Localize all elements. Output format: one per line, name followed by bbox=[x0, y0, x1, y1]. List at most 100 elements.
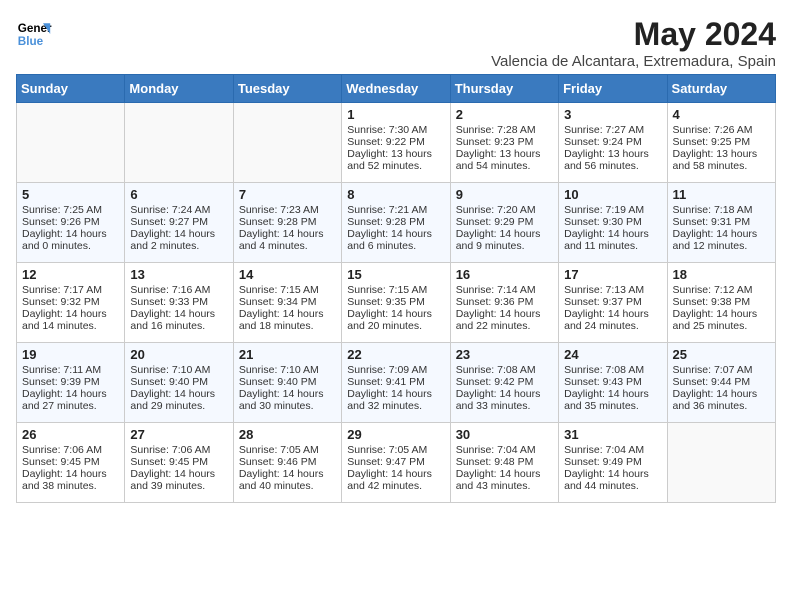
week-row-2: 12Sunrise: 7:17 AMSunset: 9:32 PMDayligh… bbox=[17, 263, 776, 343]
day-info-line: and 16 minutes. bbox=[130, 320, 227, 332]
day-cell: 19Sunrise: 7:11 AMSunset: 9:39 PMDayligh… bbox=[17, 343, 125, 423]
day-info-line: Daylight: 14 hours bbox=[673, 388, 770, 400]
day-info-line: Sunset: 9:24 PM bbox=[564, 136, 661, 148]
day-number: 20 bbox=[130, 347, 227, 362]
week-row-0: 1Sunrise: 7:30 AMSunset: 9:22 PMDaylight… bbox=[17, 103, 776, 183]
day-info-line: and 24 minutes. bbox=[564, 320, 661, 332]
day-info-line: Sunset: 9:48 PM bbox=[456, 456, 553, 468]
day-info-line: and 36 minutes. bbox=[673, 400, 770, 412]
day-info-line: Sunset: 9:26 PM bbox=[22, 216, 119, 228]
day-info-line: and 18 minutes. bbox=[239, 320, 336, 332]
day-info-line: Sunset: 9:47 PM bbox=[347, 456, 444, 468]
day-info-line: Daylight: 14 hours bbox=[564, 228, 661, 240]
day-number: 3 bbox=[564, 107, 661, 122]
day-number: 16 bbox=[456, 267, 553, 282]
header-row: SundayMondayTuesdayWednesdayThursdayFrid… bbox=[17, 75, 776, 103]
day-info-line: Daylight: 14 hours bbox=[22, 388, 119, 400]
day-number: 23 bbox=[456, 347, 553, 362]
day-number: 2 bbox=[456, 107, 553, 122]
day-number: 8 bbox=[347, 187, 444, 202]
day-info-line: Sunset: 9:41 PM bbox=[347, 376, 444, 388]
day-info-line: Sunrise: 7:05 AM bbox=[239, 444, 336, 456]
day-info-line: Daylight: 14 hours bbox=[239, 228, 336, 240]
day-info-line: Daylight: 14 hours bbox=[564, 308, 661, 320]
day-cell: 17Sunrise: 7:13 AMSunset: 9:37 PMDayligh… bbox=[559, 263, 667, 343]
title-area: May 2024 Valencia de Alcantara, Extremad… bbox=[491, 16, 776, 70]
day-info-line: Daylight: 13 hours bbox=[456, 148, 553, 160]
day-cell: 14Sunrise: 7:15 AMSunset: 9:34 PMDayligh… bbox=[233, 263, 341, 343]
page-header: General Blue May 2024 Valencia de Alcant… bbox=[16, 16, 776, 70]
day-cell bbox=[233, 103, 341, 183]
day-info-line: Sunset: 9:33 PM bbox=[130, 296, 227, 308]
day-info-line: Daylight: 14 hours bbox=[347, 388, 444, 400]
day-number: 11 bbox=[673, 187, 770, 202]
week-row-4: 26Sunrise: 7:06 AMSunset: 9:45 PMDayligh… bbox=[17, 423, 776, 503]
day-cell: 27Sunrise: 7:06 AMSunset: 9:45 PMDayligh… bbox=[125, 423, 233, 503]
day-cell bbox=[667, 423, 775, 503]
day-cell: 25Sunrise: 7:07 AMSunset: 9:44 PMDayligh… bbox=[667, 343, 775, 423]
header-saturday: Saturday bbox=[667, 75, 775, 103]
day-info-line: Daylight: 14 hours bbox=[347, 308, 444, 320]
day-info-line: Sunrise: 7:15 AM bbox=[347, 284, 444, 296]
day-cell: 11Sunrise: 7:18 AMSunset: 9:31 PMDayligh… bbox=[667, 183, 775, 263]
day-number: 1 bbox=[347, 107, 444, 122]
day-info-line: Sunrise: 7:13 AM bbox=[564, 284, 661, 296]
day-info-line: Sunset: 9:39 PM bbox=[22, 376, 119, 388]
logo: General Blue bbox=[16, 16, 52, 52]
day-number: 12 bbox=[22, 267, 119, 282]
day-info-line: and 2 minutes. bbox=[130, 240, 227, 252]
day-info-line: Sunrise: 7:06 AM bbox=[130, 444, 227, 456]
day-info-line: and 20 minutes. bbox=[347, 320, 444, 332]
day-number: 9 bbox=[456, 187, 553, 202]
day-info-line: and 27 minutes. bbox=[22, 400, 119, 412]
day-cell bbox=[125, 103, 233, 183]
day-number: 27 bbox=[130, 427, 227, 442]
day-info-line: Daylight: 14 hours bbox=[347, 468, 444, 480]
day-cell: 2Sunrise: 7:28 AMSunset: 9:23 PMDaylight… bbox=[450, 103, 558, 183]
day-info-line: Sunset: 9:45 PM bbox=[22, 456, 119, 468]
header-monday: Monday bbox=[125, 75, 233, 103]
header-wednesday: Wednesday bbox=[342, 75, 450, 103]
day-info-line: Daylight: 14 hours bbox=[347, 228, 444, 240]
day-info-line: Sunrise: 7:05 AM bbox=[347, 444, 444, 456]
day-info-line: and 40 minutes. bbox=[239, 480, 336, 492]
header-tuesday: Tuesday bbox=[233, 75, 341, 103]
day-number: 19 bbox=[22, 347, 119, 362]
day-cell bbox=[17, 103, 125, 183]
day-info-line: Sunrise: 7:09 AM bbox=[347, 364, 444, 376]
day-info-line: Sunrise: 7:12 AM bbox=[673, 284, 770, 296]
day-number: 17 bbox=[564, 267, 661, 282]
day-info-line: and 4 minutes. bbox=[239, 240, 336, 252]
day-cell: 4Sunrise: 7:26 AMSunset: 9:25 PMDaylight… bbox=[667, 103, 775, 183]
day-number: 24 bbox=[564, 347, 661, 362]
day-cell: 13Sunrise: 7:16 AMSunset: 9:33 PMDayligh… bbox=[125, 263, 233, 343]
day-cell: 23Sunrise: 7:08 AMSunset: 9:42 PMDayligh… bbox=[450, 343, 558, 423]
day-info-line: Sunset: 9:29 PM bbox=[456, 216, 553, 228]
day-info-line: Sunrise: 7:20 AM bbox=[456, 204, 553, 216]
day-info-line: and 58 minutes. bbox=[673, 160, 770, 172]
header-sunday: Sunday bbox=[17, 75, 125, 103]
day-cell: 28Sunrise: 7:05 AMSunset: 9:46 PMDayligh… bbox=[233, 423, 341, 503]
day-number: 25 bbox=[673, 347, 770, 362]
day-number: 26 bbox=[22, 427, 119, 442]
day-info-line: Sunset: 9:35 PM bbox=[347, 296, 444, 308]
day-info-line: Sunset: 9:28 PM bbox=[239, 216, 336, 228]
day-info-line: Sunset: 9:32 PM bbox=[22, 296, 119, 308]
day-info-line: Sunset: 9:22 PM bbox=[347, 136, 444, 148]
day-info-line: Sunrise: 7:26 AM bbox=[673, 124, 770, 136]
day-info-line: Sunrise: 7:27 AM bbox=[564, 124, 661, 136]
day-info-line: Sunset: 9:30 PM bbox=[564, 216, 661, 228]
day-info-line: and 6 minutes. bbox=[347, 240, 444, 252]
day-cell: 9Sunrise: 7:20 AMSunset: 9:29 PMDaylight… bbox=[450, 183, 558, 263]
day-info-line: and 56 minutes. bbox=[564, 160, 661, 172]
day-info-line: Daylight: 13 hours bbox=[564, 148, 661, 160]
day-info-line: Sunset: 9:40 PM bbox=[130, 376, 227, 388]
day-info-line: Sunrise: 7:06 AM bbox=[22, 444, 119, 456]
day-info-line: Sunrise: 7:21 AM bbox=[347, 204, 444, 216]
logo-icon: General Blue bbox=[16, 16, 52, 52]
day-number: 15 bbox=[347, 267, 444, 282]
day-info-line: Daylight: 14 hours bbox=[130, 228, 227, 240]
day-info-line: Daylight: 14 hours bbox=[239, 388, 336, 400]
day-info-line: Sunrise: 7:25 AM bbox=[22, 204, 119, 216]
day-info-line: Sunset: 9:42 PM bbox=[456, 376, 553, 388]
